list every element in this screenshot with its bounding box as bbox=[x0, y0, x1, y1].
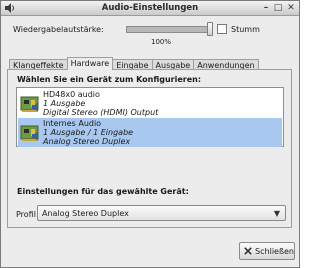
mute-label: Stumm bbox=[231, 24, 260, 34]
device-name: HD48x0 audio bbox=[43, 90, 100, 99]
volume-slider[interactable] bbox=[126, 22, 213, 37]
choose-device-label: Wählen Sie ein Gerät zum Konfigurieren: bbox=[17, 75, 202, 84]
profile-select[interactable]: Analog Stereo Duplex ▼ bbox=[37, 205, 286, 221]
close-button-label: Schließen bbox=[255, 246, 294, 256]
device-profile: Analog Stereo Duplex bbox=[43, 137, 131, 146]
profile-select-value: Analog Stereo Duplex bbox=[42, 209, 129, 218]
sound-card-icon bbox=[20, 96, 39, 112]
device-text: HD48x0 audio 1 Ausgabe Digital Stereo (H… bbox=[43, 90, 158, 117]
minimize-icon[interactable]: – bbox=[261, 3, 271, 13]
maximize-icon[interactable]: □ bbox=[273, 3, 283, 13]
window-title: Audio-Einstellungen bbox=[101, 3, 199, 13]
device-ports: 1 Ausgabe bbox=[43, 99, 86, 108]
volume-percent: 100% bbox=[151, 38, 172, 46]
volume-slider-track[interactable] bbox=[126, 26, 210, 33]
volume-label: Wiedergabelautstärke: bbox=[13, 25, 104, 34]
title-bar[interactable]: Audio-Einstellungen – □ ✕ bbox=[1, 1, 299, 16]
close-button[interactable]: Schließen bbox=[239, 242, 295, 260]
volume-slider-fill bbox=[127, 27, 209, 32]
audio-settings-window: Audio-Einstellungen – □ ✕ Wiedergabelaut… bbox=[0, 0, 300, 268]
tab-hardware[interactable]: Hardware bbox=[66, 57, 114, 70]
dropdown-arrow-icon[interactable]: ▼ bbox=[274, 209, 280, 218]
device-list: HD48x0 audio 1 Ausgabe Digital Stereo (H… bbox=[16, 87, 284, 147]
close-icon bbox=[244, 247, 252, 255]
mute-checkbox[interactable] bbox=[217, 24, 227, 34]
device-profile: Digital Stereo (HDMI) Output bbox=[43, 108, 159, 117]
close-icon[interactable]: ✕ bbox=[286, 3, 296, 13]
list-item-device-hd48x0[interactable]: HD48x0 audio 1 Ausgabe Digital Stereo (H… bbox=[18, 89, 282, 118]
hardware-panel: Wählen Sie ein Gerät zum Konfigurieren: … bbox=[7, 69, 292, 228]
device-settings-label: Einstellungen für das gewählte Gerät: bbox=[17, 187, 189, 196]
sound-card-icon bbox=[20, 125, 39, 141]
device-name: Internes Audio bbox=[43, 119, 102, 128]
volume-slider-handle[interactable] bbox=[207, 22, 213, 36]
device-text: Internes Audio 1 Ausgabe / 1 Eingabe Ana… bbox=[43, 119, 133, 146]
list-item-device-internes-audio[interactable]: Internes Audio 1 Ausgabe / 1 Eingabe Ana… bbox=[18, 118, 282, 147]
profile-label: Profil: bbox=[16, 210, 39, 219]
mute-toggle[interactable]: Stumm bbox=[217, 24, 260, 34]
device-ports: 1 Ausgabe / 1 Eingabe bbox=[43, 128, 134, 137]
